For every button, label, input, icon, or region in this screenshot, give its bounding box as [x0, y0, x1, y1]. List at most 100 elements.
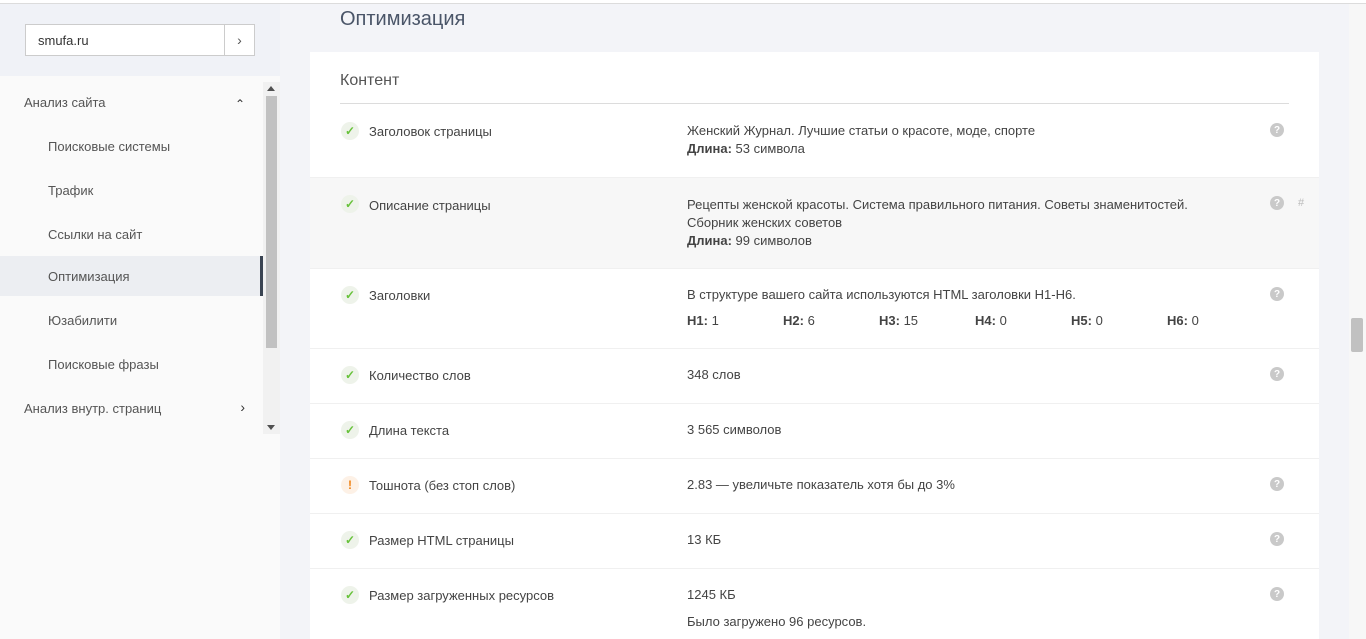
heading-value: 15 — [899, 313, 919, 328]
heading-tag: H3: — [879, 313, 900, 328]
heading-count-h4: H4: 0 — [975, 313, 1007, 328]
heading-count-h1: H1: 1 — [687, 313, 719, 328]
heading-count-h6: H6: 0 — [1167, 313, 1199, 328]
sidebar-nav: Анализ сайта ⌃ Поисковые системы Трафик … — [0, 82, 263, 434]
length-line: Длина: 99 символов — [687, 232, 1188, 250]
check-icon: ✓ — [341, 195, 359, 213]
heading-tag: H2: — [783, 313, 804, 328]
help-icon[interactable]: ? — [1270, 587, 1284, 601]
table-row: ✓ Длина текста 3 565 символов — [310, 404, 1319, 459]
table-row: ✓ Размер загруженных ресурсов 1245 КБ Бы… — [310, 569, 1319, 639]
value-text: Рецепты женской красоты. Система правиль… — [687, 197, 1188, 212]
table-row: ! Тошнота (без стоп слов) 2.83 — увеличь… — [310, 459, 1319, 514]
value-text: Женский Журнал. Лучшие статьи о красоте,… — [687, 123, 1036, 138]
heading-value: 0 — [1187, 313, 1199, 328]
chevron-right-icon: › — [237, 32, 242, 48]
help-icon[interactable]: ? — [1270, 287, 1284, 301]
chevron-up-icon: ⌃ — [234, 97, 245, 111]
row-label: Количество слов — [369, 368, 471, 383]
content-card: Контент ✓ Заголовок страницы Женский Жур… — [310, 52, 1319, 639]
row-value: Рецепты женской красоты. Система правиль… — [687, 196, 1188, 250]
help-icon[interactable]: ? — [1270, 196, 1284, 210]
sidebar-scroll-thumb[interactable] — [266, 96, 277, 348]
value-text: Было загружено 96 ресурсов. — [687, 614, 867, 629]
check-icon: ✓ — [341, 122, 359, 140]
check-icon: ✓ — [341, 286, 359, 304]
sidebar-item-traffic[interactable]: Трафик — [0, 170, 263, 210]
scroll-down-arrow-icon[interactable] — [267, 425, 275, 430]
heading-value: 1 — [707, 313, 719, 328]
length-label: Длина: — [687, 233, 732, 248]
row-value: 13 КБ — [687, 532, 722, 547]
go-button[interactable]: › — [225, 25, 254, 55]
table-row: ✓ Заголовок страницы Женский Журнал. Луч… — [310, 105, 1319, 178]
check-icon: ✓ — [341, 586, 359, 604]
heading-tag: H4: — [975, 313, 996, 328]
row-label: Заголовки — [369, 288, 431, 303]
row-label: Размер загруженных ресурсов — [369, 588, 555, 603]
sidebar-item-label: Оптимизация — [48, 268, 130, 284]
table-row: ✓ Описание страницы Рецепты женской крас… — [310, 178, 1319, 269]
check-icon: ✓ — [341, 421, 359, 439]
scroll-up-arrow-icon[interactable] — [267, 86, 275, 91]
heading-value: 0 — [1091, 313, 1103, 328]
heading-tag: H6: — [1167, 313, 1188, 328]
row-label: Длина текста — [369, 423, 450, 438]
check-icon: ✓ — [341, 366, 359, 384]
value-text: Сборник женских советов — [687, 215, 843, 230]
length-line: Длина: 53 символа — [687, 140, 1035, 158]
length-value: 99 символов — [731, 233, 812, 248]
page-scrollbar[interactable] — [1349, 4, 1366, 639]
sidebar-scrollbar[interactable] — [263, 82, 280, 434]
heading-count-h2: H2: 6 — [783, 313, 815, 328]
site-search-panel: › — [0, 4, 280, 76]
sidebar-item-label: Ссылки на сайт — [48, 226, 143, 242]
row-label: Описание страницы — [369, 198, 491, 213]
value-text: 1245 КБ — [687, 587, 736, 602]
row-value: 1245 КБ Было загружено 96 ресурсов. — [687, 586, 866, 631]
sidebar-item-site-analysis[interactable]: Анализ сайта ⌃ — [0, 82, 263, 122]
sidebar-item-search-phrases[interactable]: Поисковые фразы — [0, 344, 263, 384]
heading-count-h3: H3: 15 — [879, 313, 918, 328]
check-icon: ✓ — [341, 531, 359, 549]
heading-count-h5: H5: 0 — [1071, 313, 1103, 328]
row-label: Заголовок страницы — [369, 124, 492, 139]
sidebar-item-backlinks[interactable]: Ссылки на сайт — [0, 214, 263, 254]
sidebar-item-internal-pages[interactable]: Анализ внутр. страниц › — [0, 388, 263, 428]
row-value: 2.83 — увеличьте показатель хотя бы до 3… — [687, 477, 955, 492]
length-value: 53 символа — [731, 141, 805, 156]
section-title: Контент — [340, 72, 400, 89]
help-icon[interactable]: ? — [1270, 532, 1284, 546]
heading-tag: H5: — [1071, 313, 1092, 328]
table-row: ✓ Размер HTML страницы 13 КБ ? — [310, 514, 1319, 569]
site-url-input[interactable] — [26, 25, 225, 55]
heading-tag: H1: — [687, 313, 708, 328]
sidebar-item-search-engines[interactable]: Поисковые системы — [0, 126, 263, 166]
chevron-right-icon: › — [240, 399, 245, 415]
row-value: Женский Журнал. Лучшие статьи о красоте,… — [687, 122, 1035, 158]
sidebar-item-label: Анализ внутр. страниц — [24, 400, 162, 416]
page-scroll-thumb[interactable] — [1351, 318, 1363, 352]
length-label: Длина: — [687, 141, 732, 156]
page-title: Оптимизация — [340, 8, 466, 30]
row-label: Размер HTML страницы — [369, 533, 514, 548]
sidebar: › Анализ сайта ⌃ Поисковые системы Трафи… — [0, 4, 280, 639]
site-search: › — [25, 24, 255, 56]
table-row: ✓ Количество слов 348 слов ? — [310, 349, 1319, 404]
anchor-link[interactable]: # — [1298, 197, 1304, 209]
table-row: ✓ Заголовки В структуре вашего сайта исп… — [310, 269, 1319, 349]
section-divider — [340, 103, 1289, 104]
sidebar-item-label: Поисковые системы — [48, 138, 171, 154]
sidebar-item-optimization[interactable]: Оптимизация — [0, 256, 263, 296]
row-value: В структуре вашего сайта используются HT… — [687, 287, 1076, 302]
sidebar-item-label: Поисковые фразы — [48, 356, 159, 372]
help-icon[interactable]: ? — [1270, 123, 1284, 137]
sidebar-item-usability[interactable]: Юзабилити — [0, 300, 263, 340]
help-icon[interactable]: ? — [1270, 367, 1284, 381]
row-label: Тошнота (без стоп слов) — [369, 478, 516, 493]
sidebar-item-label: Юзабилити — [48, 312, 118, 328]
exclamation-icon: ! — [341, 476, 359, 494]
row-value: 3 565 символов — [687, 422, 782, 437]
help-icon[interactable]: ? — [1270, 477, 1284, 491]
sidebar-item-label: Трафик — [48, 182, 94, 198]
